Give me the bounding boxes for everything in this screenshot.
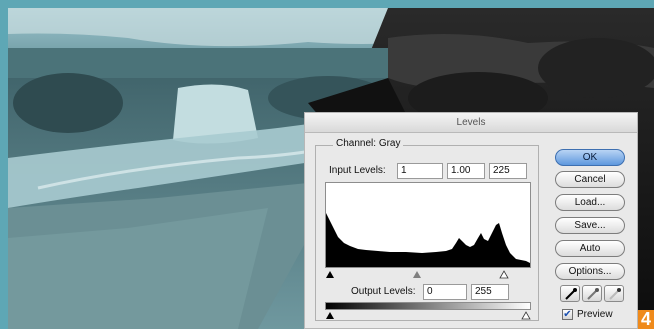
- white-point-slider[interactable]: [499, 270, 509, 279]
- preview-checkbox[interactable]: ✔: [562, 309, 573, 320]
- screenshot-frame: Levels Channel: Gray Input Levels: 1 1.0…: [0, 0, 654, 329]
- input-white-field[interactable]: 225: [489, 163, 527, 179]
- black-point-slider[interactable]: [326, 271, 334, 278]
- gamma-slider[interactable]: [413, 271, 421, 278]
- options-button[interactable]: Options...: [555, 263, 625, 280]
- levels-dialog: Levels Channel: Gray Input Levels: 1 1.0…: [304, 112, 638, 329]
- output-white-field[interactable]: 255: [471, 284, 509, 300]
- input-levels-slider[interactable]: [325, 269, 531, 279]
- auto-button[interactable]: Auto: [555, 240, 625, 257]
- output-black-field[interactable]: 0: [423, 284, 467, 300]
- save-button[interactable]: Save...: [555, 217, 625, 234]
- cancel-button[interactable]: Cancel: [555, 171, 625, 188]
- white-eyedropper-icon[interactable]: [604, 285, 624, 302]
- black-eyedropper-icon[interactable]: [560, 285, 580, 302]
- input-black-field[interactable]: 1: [397, 163, 443, 179]
- output-gradient-bar: [325, 302, 531, 310]
- output-levels-slider[interactable]: [325, 310, 531, 320]
- ok-button[interactable]: OK: [555, 149, 625, 166]
- dialog-title: Levels: [305, 113, 637, 133]
- input-gamma-field[interactable]: 1.00: [447, 163, 485, 179]
- output-levels-label: Output Levels:: [351, 286, 416, 297]
- output-white-slider[interactable]: [521, 311, 531, 320]
- channel-group-title: Channel: Gray: [333, 138, 404, 149]
- channel-label: Channel:: [336, 138, 377, 149]
- output-black-slider[interactable]: [326, 312, 334, 319]
- channel-select[interactable]: Gray: [379, 138, 401, 149]
- histogram: [325, 182, 531, 268]
- step-number-badge: 4: [638, 310, 654, 329]
- input-levels-label: Input Levels:: [329, 165, 386, 176]
- gray-eyedropper-icon[interactable]: [582, 285, 602, 302]
- load-button[interactable]: Load...: [555, 194, 625, 211]
- preview-label: Preview: [577, 309, 613, 320]
